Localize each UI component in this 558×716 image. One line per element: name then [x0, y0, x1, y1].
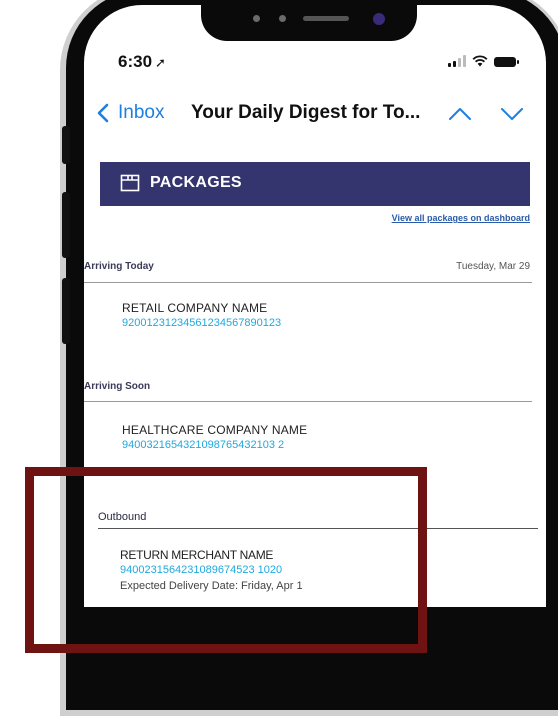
location-arrow-icon: ➚ — [155, 55, 166, 70]
battery-icon — [494, 57, 519, 67]
speaker-grille — [303, 16, 349, 21]
section-divider — [84, 282, 532, 283]
status-time: 6:30 ➚ — [118, 52, 166, 72]
status-icons — [448, 55, 519, 67]
wifi-icon — [472, 55, 488, 67]
camera-dot — [253, 15, 260, 22]
section-label: Arriving Today — [84, 261, 154, 272]
chevron-left-icon[interactable] — [96, 103, 110, 123]
packages-banner: PACKAGES — [100, 162, 530, 206]
package-tracking-number[interactable]: 92001231234561234567890123 — [122, 317, 281, 329]
highlight-box — [25, 467, 427, 653]
cellular-signal-icon — [448, 55, 466, 67]
view-all-packages-link[interactable]: View all packages on dashboard — [392, 213, 530, 223]
chevron-up-icon[interactable] — [448, 106, 472, 122]
email-subject-title: Your Daily Digest for To... — [191, 102, 421, 123]
package-company-name: HEALTHCARE COMPANY NAME — [122, 423, 308, 437]
section-divider — [84, 401, 532, 402]
status-time-text: 6:30 — [118, 52, 153, 71]
sensor-dot — [279, 15, 286, 22]
front-camera — [373, 13, 385, 25]
package-company-name: RETAIL COMPANY NAME — [122, 301, 268, 315]
phone-silent-switch — [62, 126, 70, 164]
chevron-down-icon[interactable] — [500, 106, 524, 122]
phone-volume-down-button — [62, 278, 70, 344]
back-to-inbox-link[interactable]: Inbox — [118, 102, 164, 124]
phone-volume-up-button — [62, 192, 70, 258]
packages-banner-label: PACKAGES — [150, 174, 242, 191]
section-label: Arriving Soon — [84, 381, 151, 392]
phone-notch — [201, 5, 417, 41]
mail-nav-bar: Inbox Your Daily Digest for To... — [84, 97, 546, 133]
package-icon — [120, 174, 140, 192]
section-date: Tuesday, Mar 29 — [456, 261, 530, 272]
package-tracking-number[interactable]: 9400321654321098765432103 2 — [122, 439, 284, 451]
